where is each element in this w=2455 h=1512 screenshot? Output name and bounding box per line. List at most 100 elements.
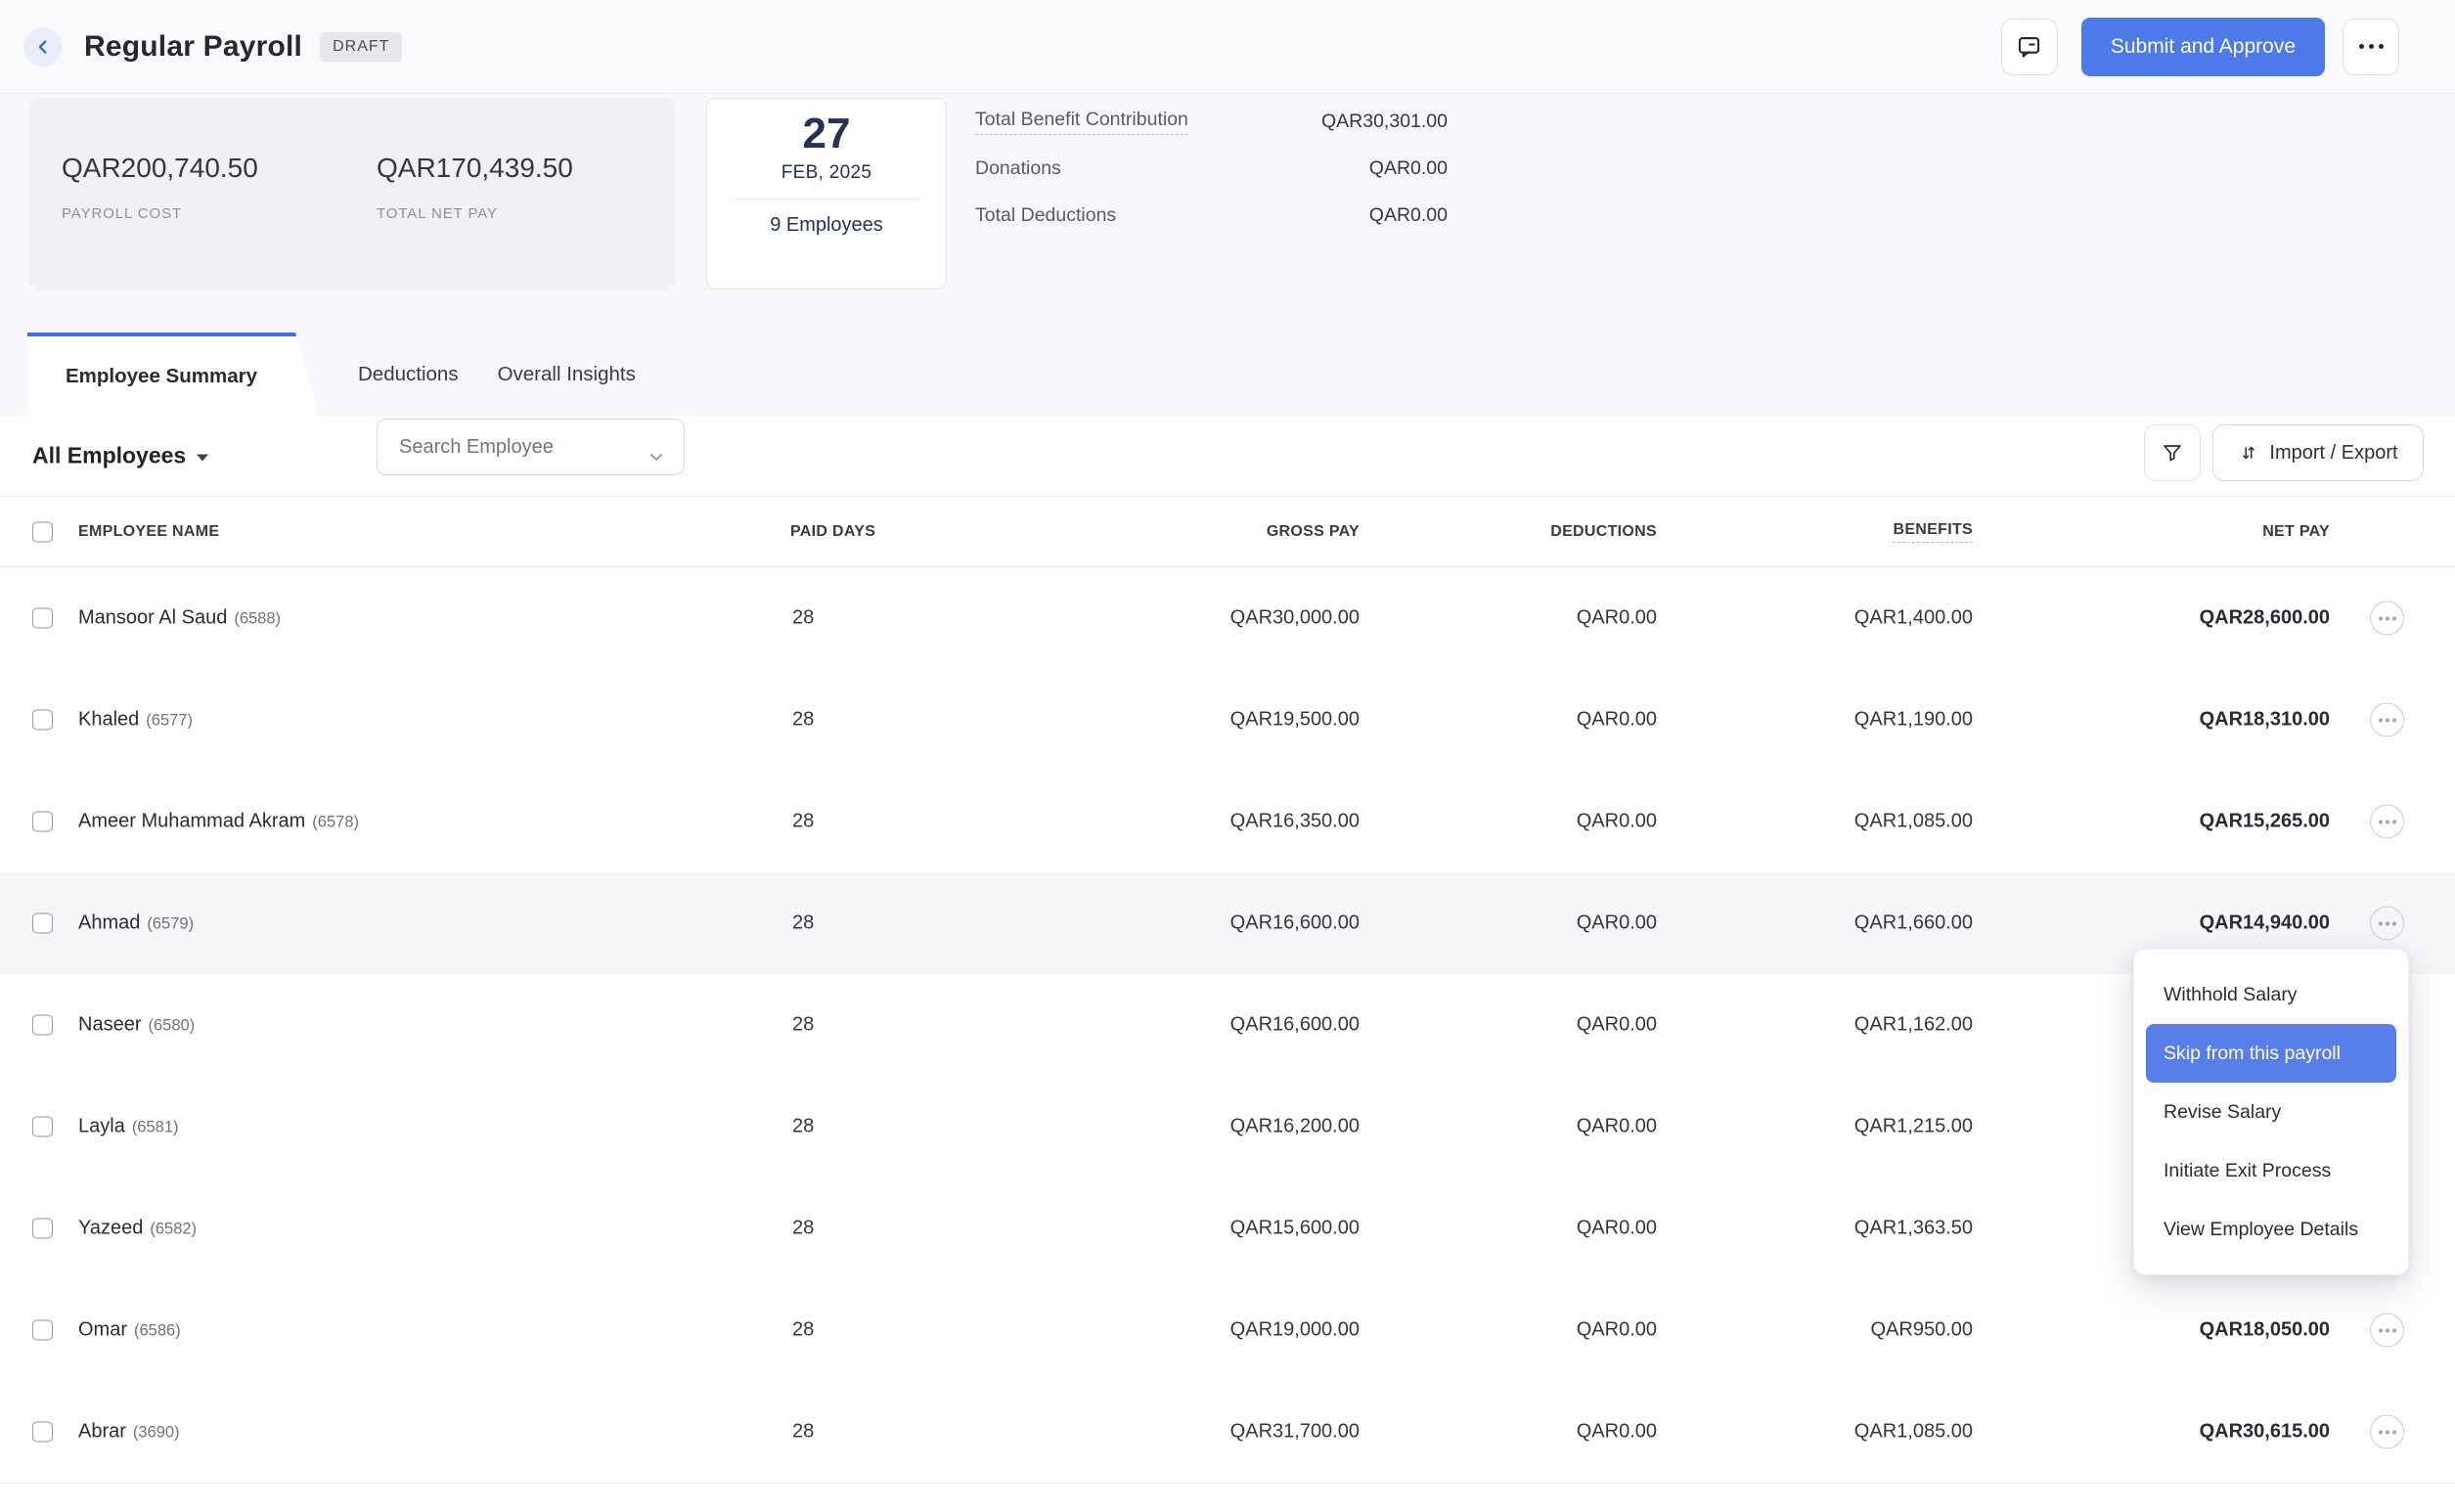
table-row: Khaled(6577) 28 QAR19,500.00 QAR0.00 QAR… — [0, 669, 2455, 771]
gross-pay-cell: QAR31,700.00 — [1230, 1421, 1360, 1444]
employee-id: (6588) — [234, 610, 281, 628]
menu-item[interactable]: Revise Salary — [2146, 1083, 2396, 1141]
total-net-pay-stat: QAR170,439.50 TOTAL NET PAY — [377, 153, 573, 222]
row-checkbox[interactable] — [32, 1422, 53, 1443]
row-checkbox[interactable] — [32, 710, 53, 731]
speech-bubble-icon — [2016, 33, 2042, 60]
tab[interactable]: Deductions — [358, 333, 459, 416]
employee-id: (3690) — [133, 1424, 180, 1442]
paid-days-cell: 28 — [792, 912, 814, 935]
deductions-cell: QAR0.00 — [1577, 811, 1657, 833]
row-actions-button[interactable] — [2370, 805, 2404, 839]
net-pay-cell: QAR14,940.00 — [2200, 912, 2330, 935]
tab[interactable]: Overall Insights — [498, 333, 636, 416]
payroll-stats-card: QAR200,740.50 PAYROLL COST QAR170,439.50… — [29, 98, 675, 289]
benefits-cell: QAR950.00 — [1870, 1319, 1973, 1342]
benefit-summary-row: Total Benefit Contribution QAR30,301.00 — [975, 98, 1448, 145]
tab[interactable]: Employee Summary — [27, 333, 319, 416]
submit-and-approve-button[interactable]: Submit and Approve — [2081, 18, 2325, 76]
comments-button[interactable] — [2001, 19, 2058, 75]
deductions-cell: QAR0.00 — [1577, 1218, 1657, 1240]
gross-pay-cell: QAR16,600.00 — [1230, 1014, 1360, 1037]
employee-name: Abrar — [78, 1421, 126, 1443]
row-actions-button[interactable] — [2370, 907, 2404, 941]
employee-name: Omar — [78, 1319, 127, 1341]
employee-name: Mansoor Al Saud — [78, 607, 227, 629]
benefit-value: QAR0.00 — [1369, 204, 1448, 227]
payroll-cost-label: PAYROLL COST — [62, 205, 258, 222]
row-actions-button[interactable] — [2370, 601, 2404, 636]
employee-id: (6577) — [146, 712, 193, 730]
row-checkbox[interactable] — [32, 1219, 53, 1239]
row-actions-button[interactable] — [2370, 703, 2404, 737]
employee-filter-dropdown[interactable]: All Employees — [32, 443, 208, 469]
deductions-cell: QAR0.00 — [1577, 912, 1657, 935]
tab-bar: Employee Summary Deductions Overall Insi… — [27, 333, 636, 416]
ellipsis-icon — [2359, 44, 2384, 49]
employee-summary-panel: All Employees — [0, 416, 2455, 1512]
employee-name-cell: Ahmad(6579) — [78, 912, 194, 935]
table-row: Ahmad(6579) 28 QAR16,600.00 QAR0.00 QAR1… — [0, 872, 2455, 974]
gross-pay-cell: QAR15,600.00 — [1230, 1218, 1360, 1240]
benefit-label: Donations — [975, 157, 1061, 180]
employee-name-cell: Khaled(6577) — [78, 709, 193, 732]
row-checkbox[interactable] — [32, 812, 53, 832]
menu-item[interactable]: View Employee Details — [2146, 1200, 2396, 1259]
benefit-value: QAR0.00 — [1369, 157, 1448, 180]
employee-id: (6580) — [148, 1017, 195, 1035]
row-actions-button[interactable] — [2370, 1415, 2404, 1449]
deductions-cell: QAR0.00 — [1577, 607, 1657, 630]
net-pay-cell: QAR15,265.00 — [2200, 811, 2330, 833]
gross-pay-cell: QAR16,600.00 — [1230, 912, 1360, 935]
payroll-cost-value: QAR200,740.50 — [62, 153, 258, 184]
topbar-actions: Submit and Approve — [2001, 18, 2399, 76]
paid-days-cell: 28 — [792, 607, 814, 630]
benefit-label[interactable]: Total Benefit Contribution — [975, 109, 1188, 135]
select-all-checkbox[interactable] — [32, 521, 53, 542]
more-actions-button[interactable] — [2343, 19, 2399, 75]
net-pay-cell: QAR28,600.00 — [2200, 607, 2330, 630]
deductions-cell: QAR0.00 — [1577, 1421, 1657, 1444]
search-employee-input[interactable] — [378, 436, 612, 459]
row-checkbox[interactable] — [32, 913, 53, 934]
employee-name-cell: Layla(6581) — [78, 1116, 179, 1138]
back-button[interactable] — [23, 27, 63, 67]
filter-button[interactable] — [2144, 424, 2201, 481]
menu-item[interactable]: Withhold Salary — [2146, 965, 2396, 1024]
gross-pay-cell: QAR30,000.00 — [1230, 607, 1360, 630]
row-checkbox[interactable] — [32, 1117, 53, 1137]
net-pay-cell: QAR30,615.00 — [2200, 1421, 2330, 1444]
deductions-cell: QAR0.00 — [1577, 1014, 1657, 1037]
employee-id: (6578) — [312, 814, 359, 831]
menu-item[interactable]: Initiate Exit Process — [2146, 1141, 2396, 1200]
employee-count: 9 Employees — [707, 214, 946, 237]
row-actions-menu: Withhold SalarySkip from this payrollRev… — [2133, 949, 2409, 1275]
menu-item[interactable]: Skip from this payroll — [2146, 1024, 2396, 1083]
benefits-cell: QAR1,085.00 — [1854, 811, 1973, 833]
table-row: Mansoor Al Saud (6588) 28 QAR30,000.00 QA… — [0, 567, 2455, 669]
paid-days-cell: 28 — [792, 1421, 814, 1444]
search-employee-select[interactable] — [377, 419, 685, 475]
employee-name-cell: Mansoor Al Saud (6588) — [78, 607, 281, 630]
gross-pay-cell: QAR16,350.00 — [1230, 811, 1360, 833]
benefits-cell: QAR1,660.00 — [1854, 912, 1973, 935]
import-export-button[interactable]: Import / Export — [2212, 424, 2424, 481]
row-checkbox[interactable] — [32, 1320, 53, 1341]
row-checkbox[interactable] — [32, 608, 53, 629]
paid-days-cell: 28 — [792, 1218, 814, 1240]
column-benefits[interactable]: BENEFITS — [1893, 521, 1973, 543]
pay-date-card: 27 FEB, 2025 9 Employees — [706, 98, 947, 289]
benefits-cell: QAR1,162.00 — [1854, 1014, 1973, 1037]
row-checkbox[interactable] — [32, 1015, 53, 1036]
pay-day: 27 — [707, 111, 946, 157]
paid-days-cell: 28 — [792, 709, 814, 732]
filter-row: All Employees — [0, 416, 2455, 497]
caret-down-icon — [197, 455, 208, 462]
row-actions-button[interactable] — [2370, 1313, 2404, 1348]
employee-name-cell: Ameer Muhammad Akram(6578) — [78, 811, 359, 833]
employee-name-cell: Omar(6586) — [78, 1319, 181, 1342]
benefit-summary-row: Donations QAR0.00 — [975, 145, 1448, 192]
net-pay-cell: QAR18,310.00 — [2200, 709, 2330, 732]
table-row: Omar(6586) 28 QAR19,000.00 QAR0.00 QAR95… — [0, 1279, 2455, 1381]
employee-name-cell: Yazeed(6582) — [78, 1218, 197, 1240]
